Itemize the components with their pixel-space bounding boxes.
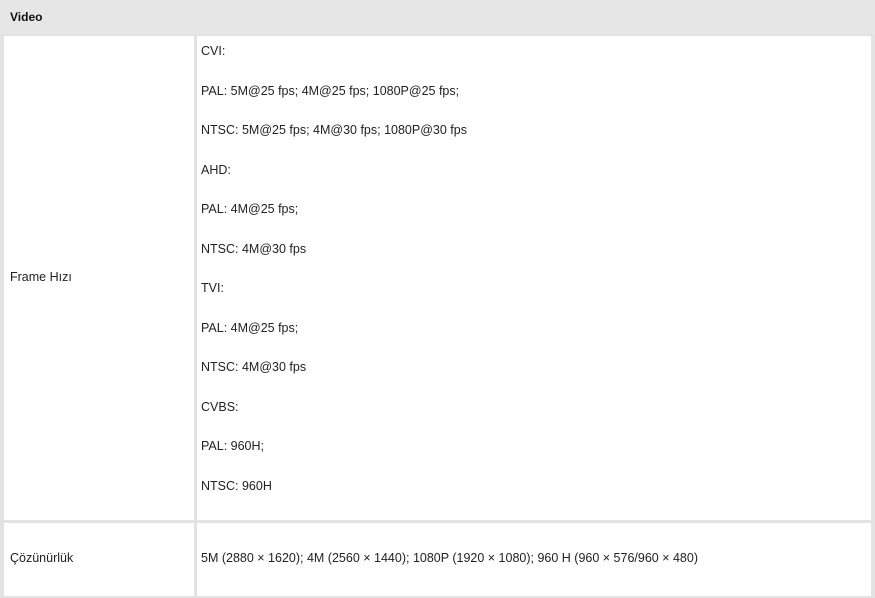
- value-line: CVI:: [201, 44, 226, 58]
- frame-rate-label: Frame Hızı: [10, 270, 72, 284]
- value-line: NTSC: 960H: [201, 478, 272, 493]
- value-line: AHD:: [201, 162, 231, 177]
- resolution-value-cell: 5M (2880 × 1620); 4M (2560 × 1440); 1080…: [197, 523, 871, 596]
- section-header: Video: [0, 0, 875, 34]
- frame-rate-value-cell: CVI: PAL: 5M@25 fps; 4M@25 fps; 1080P@25…: [197, 36, 871, 520]
- value-line: NTSC: 4M@30 fps: [201, 241, 307, 256]
- resolution-label: Çözünürlük: [10, 551, 74, 565]
- value-line: PAL: 4M@25 fps;: [201, 320, 299, 335]
- section-title: Video: [10, 10, 43, 24]
- value-line: TVI:: [201, 281, 224, 295]
- frame-rate-value-list: CVI: PAL: 5M@25 fps; 4M@25 fps; 1080P@25…: [201, 44, 467, 518]
- value-line: PAL: 5M@25 fps; 4M@25 fps; 1080P@25 fps;: [201, 83, 460, 98]
- value-line: PAL: 4M@25 fps;: [201, 202, 299, 216]
- value-line: NTSC: 4M@30 fps: [201, 360, 307, 374]
- frame-rate-label-cell: Frame Hızı: [4, 36, 194, 520]
- value-line: PAL: 960H;: [201, 439, 265, 453]
- resolution-value: 5M (2880 × 1620); 4M (2560 × 1440); 1080…: [201, 551, 699, 565]
- spec-table: Video Frame Hızı CVI: PAL: 5M@25 fps; 4M…: [0, 0, 875, 598]
- value-line: NTSC: 5M@25 fps; 4M@30 fps; 1080P@30 fps: [201, 123, 467, 137]
- resolution-label-cell: Çözünürlük: [4, 523, 194, 596]
- value-line: CVBS:: [201, 399, 239, 414]
